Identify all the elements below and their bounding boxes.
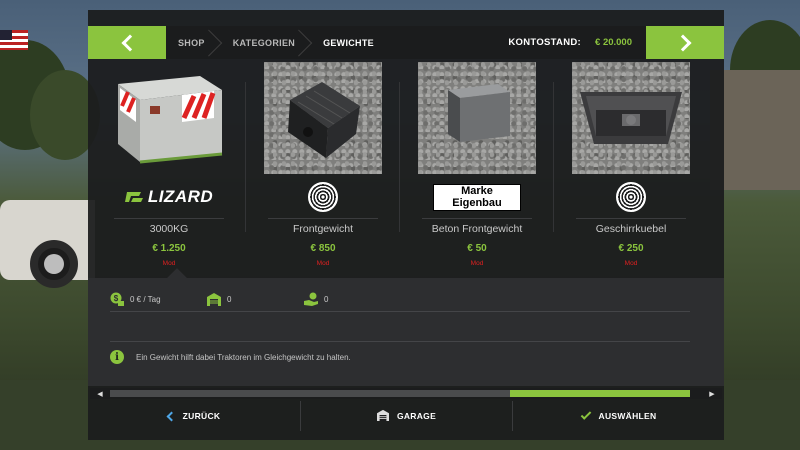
item-price: € 850 (310, 243, 336, 254)
garage-icon (376, 409, 389, 423)
fingerprint-icon (308, 182, 338, 212)
breadcrumb-shop[interactable]: SHOP (166, 26, 221, 59)
brand-logo (572, 180, 690, 214)
item-image (110, 62, 228, 174)
shop-item[interactable]: Marke Eigenbau Beton Frontgewicht € 50 M… (418, 60, 536, 278)
stat-income: 0 (304, 292, 401, 306)
info-icon: i (110, 350, 124, 364)
scroll-thumb[interactable] (510, 390, 690, 397)
concrete-weight-image (448, 84, 510, 142)
item-divider (268, 218, 378, 219)
item-price: € 250 (618, 243, 644, 254)
brand-name: LIZARD (147, 187, 214, 206)
mod-tag: Mod (162, 260, 176, 267)
background-wheel (30, 240, 78, 288)
item-description: i Ein Gewicht hilft dabei Traktoren im G… (110, 350, 351, 364)
item-image (418, 62, 536, 174)
item-name: Beton Frontgewicht (431, 223, 523, 235)
item-separator (245, 82, 246, 232)
item-name: Geschirrkuebel (595, 223, 667, 235)
shop-item[interactable]: Frontgewicht € 850 Mod (264, 60, 382, 278)
brand-line-2: Eigenbau (452, 197, 502, 209)
next-category-button[interactable] (646, 26, 724, 59)
stat-value: 0 € / Tag (130, 294, 161, 304)
scroll-right-arrow[interactable]: ▶ (702, 388, 722, 399)
item-image (572, 62, 690, 174)
brand-line-1: Marke (461, 185, 493, 197)
bucket-image (580, 92, 682, 144)
fingerprint-icon (616, 182, 646, 212)
item-name: Frontgewicht (292, 223, 354, 235)
back-label: ZURÜCK (182, 411, 221, 421)
stat-value: 0 (227, 294, 232, 304)
lizard-logo: LIZARD (124, 187, 214, 207)
weight-container-image (118, 76, 223, 164)
item-scrollbar[interactable]: ◀ ▶ (90, 388, 722, 399)
action-bar: ZURÜCK GARAGE AUSWÄHLEN (88, 401, 724, 431)
chevron-left-icon (121, 34, 138, 51)
garage-label: GARAGE (396, 411, 437, 421)
brand-logo: Marke Eigenbau (418, 180, 536, 214)
checkmark-icon (580, 409, 591, 420)
stat-value: 0 (324, 294, 329, 304)
shop-item[interactable]: Geschirrkuebel € 250 Mod (572, 60, 690, 278)
breadcrumb: SHOP KATEGORIEN GEWICHTE (166, 26, 390, 59)
item-stats: $ 0 € / Tag 0 0 (110, 292, 401, 306)
details-divider (110, 341, 690, 342)
garage-icon (207, 292, 221, 306)
breadcrumb-weights: GEWICHTE (323, 37, 374, 48)
item-separator (553, 82, 554, 232)
balance-value: € 20.000 (595, 37, 632, 48)
item-price: € 50 (467, 243, 487, 254)
brand-logo: LIZARD (110, 180, 228, 214)
mod-tag: Mod (624, 260, 638, 267)
shop-panel: SHOP KATEGORIEN GEWICHTE KONTOSTAND: € 2… (88, 10, 724, 440)
stat-daily-cost: $ 0 € / Tag (110, 292, 207, 306)
mod-tag: Mod (316, 260, 330, 267)
scroll-track[interactable] (110, 390, 690, 397)
item-image (264, 62, 382, 174)
previous-category-button[interactable] (88, 26, 166, 59)
account-balance: KONTOSTAND: € 20.000 (508, 26, 632, 59)
item-separator (399, 82, 400, 232)
item-price: € 1.250 (152, 243, 186, 254)
lizard-mark-icon (124, 192, 143, 202)
chevron-right-icon (674, 34, 691, 51)
item-list: LIZARD 3000KG € 1.250 Mod Frontgewicht €… (88, 60, 724, 278)
dollar-coins-icon: $ (110, 292, 124, 306)
breadcrumb-categories[interactable]: KATEGORIEN (221, 26, 311, 59)
item-divider (114, 218, 224, 219)
brand-label-box: Marke Eigenbau (433, 183, 521, 211)
front-weight-image (288, 82, 360, 158)
garage-button[interactable]: GARAGE (300, 401, 512, 431)
brand-logo (264, 180, 382, 214)
back-button[interactable]: ZURÜCK (88, 401, 300, 431)
shop-item[interactable]: LIZARD 3000KG € 1.250 Mod (110, 60, 228, 278)
item-divider (422, 218, 532, 219)
item-name: 3000KG (149, 223, 189, 235)
hand-money-icon (304, 292, 318, 306)
balance-label: KONTOSTAND: (508, 37, 582, 48)
description-text: Ein Gewicht hilft dabei Traktoren im Gle… (136, 352, 351, 362)
flag-icon (0, 30, 28, 50)
stat-garage: 0 (207, 292, 304, 306)
mod-tag: Mod (470, 260, 484, 267)
scroll-left-arrow[interactable]: ◀ (90, 388, 110, 399)
item-details: $ 0 € / Tag 0 0 i Ein Gewicht hilft dabe… (88, 278, 724, 386)
item-divider (576, 218, 686, 219)
chevron-left-icon (166, 411, 177, 421)
select-label: AUSWÄHLEN (598, 411, 657, 421)
select-button[interactable]: AUSWÄHLEN (512, 401, 724, 431)
details-divider (110, 311, 690, 312)
